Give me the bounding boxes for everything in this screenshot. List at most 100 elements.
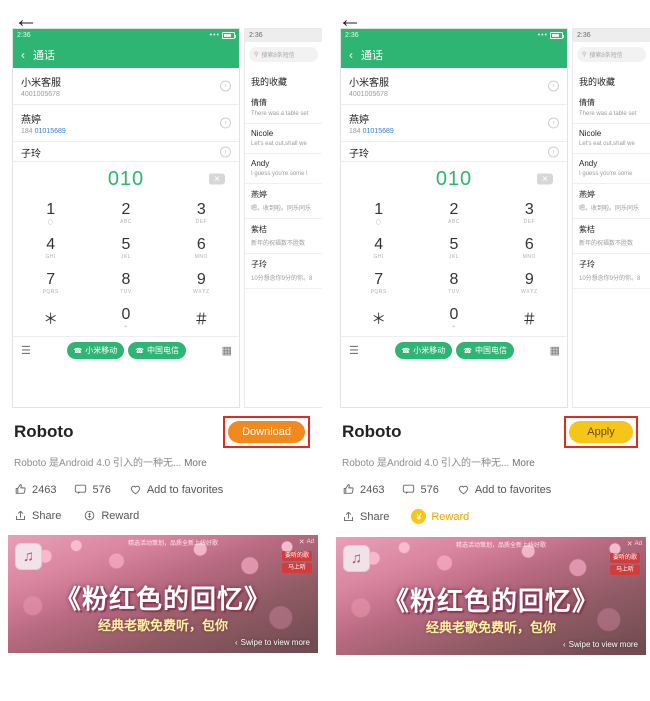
search-input[interactable]: ⚲ 搜索8条短信 — [577, 47, 646, 62]
sms-item[interactable]: 紫桔 新年的祝福数不胜数 — [573, 219, 650, 254]
key-3[interactable]: 3 DEF — [492, 196, 567, 231]
font-description: Roboto 是Android 4.0 引入的一种无... More — [14, 458, 207, 469]
key-2[interactable]: 2 ABC — [88, 196, 163, 231]
close-icon[interactable]: ✕ — [627, 540, 633, 548]
close-icon[interactable]: ✕ — [299, 538, 305, 546]
favorite-stat[interactable]: Add to favorites — [457, 483, 551, 496]
sim1-call-button[interactable]: ☎ 小米移动 — [66, 342, 125, 359]
key-6[interactable]: 6 MNO — [164, 231, 239, 266]
key-8[interactable]: 8 TUV — [416, 266, 491, 301]
key-hash[interactable]: ＃ — [492, 301, 567, 336]
comment-count: 576 — [420, 483, 439, 496]
key-4[interactable]: 4 GHI — [13, 231, 88, 266]
sim-call-buttons: ☎ 小米移动 ☎ 中国电信 — [394, 342, 514, 359]
sms-item[interactable]: 倩倩 There was a table set — [573, 92, 650, 124]
key-hash[interactable]: ＃ — [164, 301, 239, 336]
key-5[interactable]: 5 JKL — [416, 231, 491, 266]
chevron-left-icon[interactable]: ‹ — [349, 48, 353, 62]
sms-item[interactable]: 燕婷 嗯。收到啦。同乐同乐 — [573, 184, 650, 219]
sim2-call-button[interactable]: ☎ 中国电信 — [128, 342, 186, 359]
key-4[interactable]: 4 GHI — [341, 231, 416, 266]
contact-number: 184 01015689 — [349, 128, 394, 135]
sms-item[interactable]: Andy I guess you're some — [573, 154, 650, 184]
contact-detail-icon[interactable]: › — [548, 146, 559, 157]
swipe-hint[interactable]: ‹ Swipe to view more — [235, 638, 310, 647]
contact-row[interactable]: 小米客服 4001005678 › — [13, 68, 239, 105]
sms-item[interactable]: Nicole Let's eat out,shall we — [573, 124, 650, 154]
sms-screenshot-left: 2:36 ⚲ 搜索8条短信 我的收藏 倩倩 There was a table s… — [244, 28, 322, 408]
reward-action[interactable]: ¥ Reward — [411, 509, 469, 524]
share-action[interactable]: Share — [14, 509, 61, 522]
contact-detail-icon[interactable]: › — [220, 146, 231, 157]
contact-row[interactable]: 子玲 › — [13, 142, 239, 162]
backspace-icon[interactable]: ✕ — [537, 173, 553, 185]
contact-row[interactable]: 子玲 › — [341, 142, 567, 162]
heart-icon — [458, 485, 468, 495]
key-7[interactable]: 7 PQRS — [341, 266, 416, 301]
more-link[interactable]: More — [512, 458, 535, 469]
share-action[interactable]: Share — [342, 510, 389, 523]
key-1[interactable]: 1〇 — [13, 196, 88, 231]
menu-icon[interactable]: ☰ — [349, 344, 359, 357]
key-9[interactable]: 9 WXYZ — [492, 266, 567, 301]
phone-icon: ☎ — [135, 347, 144, 355]
contact-row[interactable]: 燕婷 184 01015689 › — [341, 105, 567, 142]
contact-detail-icon[interactable]: › — [548, 117, 559, 129]
ad-banner-left[interactable]: ♫ 精选活动策划，品质全新上线好歌 ✕ Ad 要听的歌 马上听 《粉红色的回忆》… — [8, 535, 318, 653]
key-8[interactable]: 8 TUV — [88, 266, 163, 301]
contact-row[interactable]: 小米客服 4001005678 › — [341, 68, 567, 105]
contact-detail-icon[interactable]: › — [548, 80, 559, 92]
key-3[interactable]: 3 DEF — [164, 196, 239, 231]
reward-action[interactable]: Reward — [83, 509, 139, 522]
key-1[interactable]: 1〇 — [341, 196, 416, 231]
download-button[interactable]: Download — [228, 421, 305, 443]
ad-banner-right[interactable]: ♫ 精选活动策划，品质全新上线好歌 ✕ Ad 要听的歌 马上听 《粉红色的回忆》… — [336, 537, 646, 655]
share-icon — [15, 510, 26, 521]
sms-item[interactable]: 倩倩 There was a table set — [245, 92, 322, 124]
like-count: 2463 — [32, 483, 57, 496]
coin-icon: ¥ — [411, 509, 427, 524]
key-star[interactable]: ＊ — [13, 301, 88, 336]
sms-item[interactable]: Andy I guess you're some l — [245, 154, 322, 184]
apply-button[interactable]: Apply — [569, 421, 633, 443]
swipe-hint[interactable]: ‹ Swipe to view more — [563, 640, 638, 649]
favorite-stat[interactable]: Add to favorites — [129, 483, 223, 496]
keypad-icon[interactable]: ▦ — [550, 344, 560, 357]
chevron-left-icon[interactable]: ‹ — [21, 48, 25, 62]
keypad-icon[interactable]: ▦ — [222, 344, 232, 357]
key-star[interactable]: ＊ — [341, 301, 416, 336]
sim2-call-button[interactable]: ☎ 中国电信 — [456, 342, 514, 359]
contact-detail-icon[interactable]: › — [220, 80, 231, 92]
contact-number: 4001005678 — [21, 91, 60, 98]
sms-item[interactable]: 子玲 10分想念你9分的你。8 — [573, 254, 650, 289]
key-0[interactable]: 0 + — [88, 301, 163, 336]
contact-name: 子玲 — [349, 149, 369, 160]
contact-row[interactable]: 燕婷 184 01015689 › — [13, 105, 239, 142]
menu-icon[interactable]: ☰ — [21, 344, 31, 357]
music-app-icon[interactable]: ♫ — [343, 545, 370, 572]
key-5[interactable]: 5 JKL — [88, 231, 163, 266]
ad-subline: 经典老歌免费听，包你 — [97, 618, 228, 633]
sms-item[interactable]: 燕婷 嗯。收到啦。同乐同乐 — [245, 184, 322, 219]
comment-stat[interactable]: 576 — [74, 483, 111, 496]
key-6[interactable]: 6 MNO — [492, 231, 567, 266]
backspace-icon[interactable]: ✕ — [209, 173, 225, 185]
sms-item[interactable]: 紫桔 新年的祝福数不胜数 — [245, 219, 322, 254]
keypad: 1〇 2 ABC 3 DEF 4 GHI 5 JKL 6 MNO 7 PQRS 8 TUV 9… — [341, 196, 567, 336]
search-input[interactable]: ⚲ 搜索8条短信 — [249, 47, 318, 62]
comment-stat[interactable]: 576 — [402, 483, 439, 496]
key-7[interactable]: 7 PQRS — [13, 266, 88, 301]
contact-detail-icon[interactable]: › — [220, 117, 231, 129]
like-stat[interactable]: 2463 — [342, 483, 384, 496]
more-link[interactable]: More — [184, 458, 207, 469]
like-stat[interactable]: 2463 — [14, 483, 56, 496]
sms-item[interactable]: 子玲 10分想念你9分的你。8 — [245, 254, 322, 289]
music-app-icon[interactable]: ♫ — [15, 543, 42, 570]
sim1-call-button[interactable]: ☎ 小米移动 — [394, 342, 453, 359]
sms-item[interactable]: Nicole Let's eat out,shall we — [245, 124, 322, 154]
key-2[interactable]: 2 ABC — [416, 196, 491, 231]
comment-count: 576 — [92, 483, 111, 496]
key-9[interactable]: 9 WXYZ — [164, 266, 239, 301]
appbar-title: 通话 — [33, 50, 55, 62]
key-0[interactable]: 0 + — [416, 301, 491, 336]
